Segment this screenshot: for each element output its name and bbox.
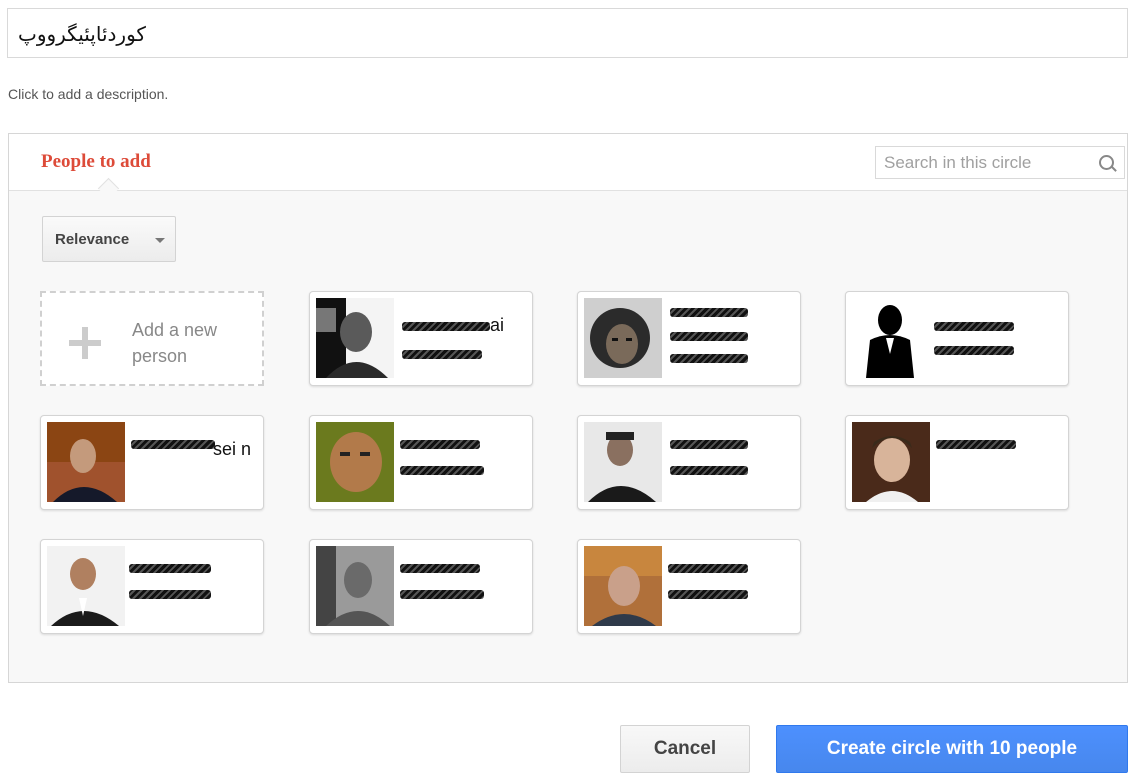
person-card[interactable]: ai [309,291,533,386]
redacted-name [670,308,748,317]
name-fragment: sei n [213,439,252,459]
avatar [47,546,125,626]
person-card[interactable] [40,539,264,634]
redacted-name [400,564,480,573]
search-input[interactable] [884,153,1084,173]
avatar [584,298,662,378]
redacted-name [400,440,480,449]
redacted-name [402,322,490,331]
add-person-label: Add a new person [132,320,218,366]
cancel-button[interactable]: Cancel [620,725,750,773]
person-card[interactable] [577,415,801,510]
avatar [316,422,394,502]
chevron-down-icon [155,238,165,243]
person-card[interactable] [845,291,1069,386]
avatar [316,298,394,378]
person-card[interactable] [845,415,1069,510]
person-card[interactable] [577,539,801,634]
redacted-name [400,466,484,475]
title-notch [97,177,120,200]
person-card[interactable] [577,291,801,386]
redacted-name [670,354,748,363]
redacted-name [934,346,1014,355]
person-card[interactable]: sei n [40,415,264,510]
person-card[interactable] [309,539,533,634]
sort-dropdown[interactable]: Relevance [42,216,176,262]
redacted-name [402,350,482,359]
redacted-name [670,332,748,341]
create-circle-button[interactable]: Create circle with 10 people [776,725,1128,773]
avatar [316,546,394,626]
redacted-name [934,322,1014,331]
add-person-card[interactable]: Add a new person [40,291,264,386]
avatar [47,422,125,502]
avatar [852,298,930,378]
circle-name-text: کوردئاپئیگرووپ [18,22,146,46]
redacted-name [670,440,748,449]
person-card[interactable] [309,415,533,510]
description-link[interactable]: Click to add a description. [8,86,168,102]
sort-label: Relevance [55,231,130,248]
redacted-name [936,440,1016,449]
panel-title: People to add [41,151,151,172]
search-box[interactable] [875,146,1125,179]
plus-icon [69,327,101,359]
redacted-name [668,590,748,599]
redacted-name [400,590,484,599]
avatar [584,546,662,626]
search-icon[interactable] [1099,155,1114,170]
redacted-name [129,590,211,599]
redacted-name [668,564,748,573]
circle-name-field[interactable]: کوردئاپئیگرووپ [7,8,1128,58]
redacted-name [670,466,748,475]
people-panel: People to add Relevance Add a new person… [8,133,1128,683]
avatar [584,422,662,502]
redacted-name [129,564,211,573]
panel-header: People to add [9,134,1127,200]
name-fragment: ai [490,315,505,335]
avatar [852,422,930,502]
